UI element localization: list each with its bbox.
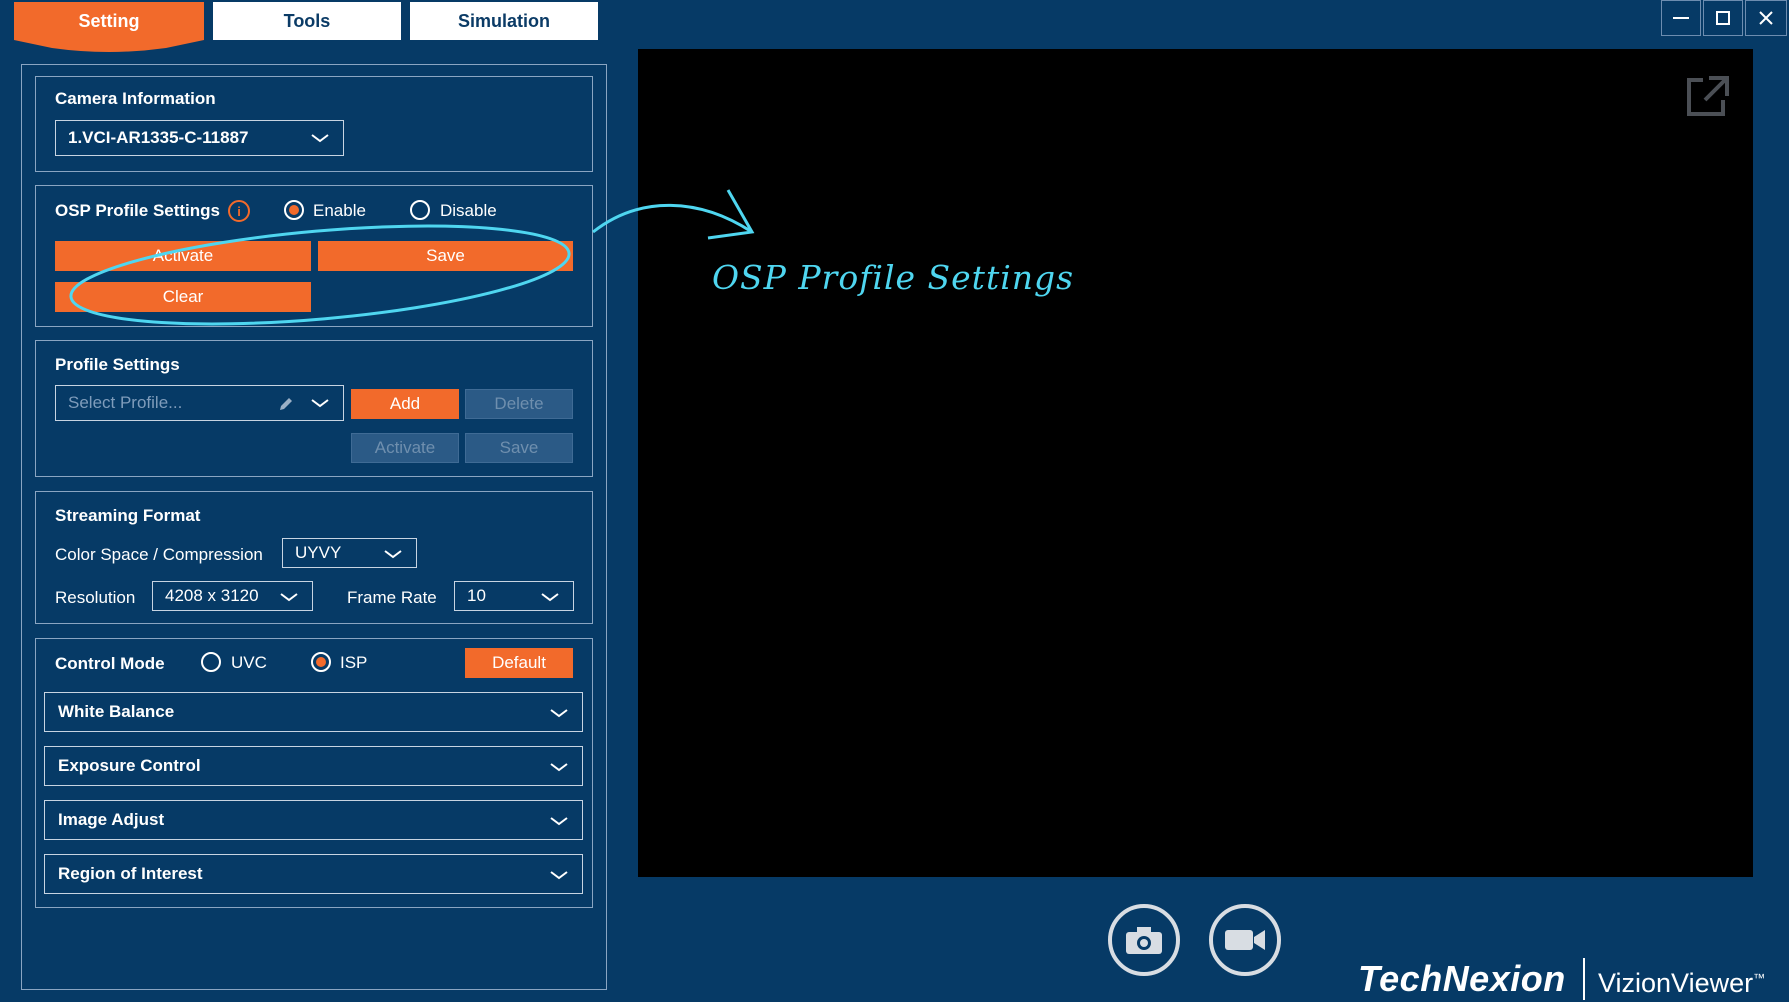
maximize-icon xyxy=(1716,11,1730,25)
white-balance-accordion[interactable]: White Balance xyxy=(44,692,583,732)
color-space-value: UYVY xyxy=(295,543,342,562)
pencil-icon[interactable] xyxy=(277,395,295,413)
color-space-select[interactable]: UYVY xyxy=(282,538,417,568)
chevron-down-icon xyxy=(541,593,559,602)
snapshot-button[interactable] xyxy=(1108,904,1180,976)
tab-setting[interactable]: Setting xyxy=(14,2,204,56)
uvc-radio[interactable] xyxy=(201,652,221,672)
tab-tools[interactable]: Tools xyxy=(213,2,401,40)
camera-preview xyxy=(638,49,1753,877)
resolution-label: Resolution xyxy=(55,588,136,607)
osp-save-button[interactable]: Save xyxy=(318,241,573,271)
chevron-down-icon xyxy=(550,763,568,772)
brand-product-name: VizionViewer xyxy=(1598,968,1754,998)
maximize-button[interactable] xyxy=(1703,0,1743,36)
profile-select[interactable]: Select Profile... xyxy=(55,385,344,421)
isp-radio[interactable] xyxy=(311,652,331,672)
camera-select[interactable]: 1.VCI-AR1335-C-11887 xyxy=(55,120,344,156)
accordion-label: Image Adjust xyxy=(58,810,165,829)
trademark: ™ xyxy=(1753,971,1766,985)
chevron-down-icon xyxy=(550,817,568,826)
resolution-value: 4208 x 3120 xyxy=(165,586,259,605)
region-of-interest-accordion[interactable]: Region of Interest xyxy=(44,854,583,894)
annotation-label: OSP Profile Settings xyxy=(712,258,1075,297)
frame-rate-label: Frame Rate xyxy=(347,588,437,607)
isp-label: ISP xyxy=(340,653,368,672)
chevron-down-icon xyxy=(550,871,568,880)
record-button[interactable] xyxy=(1209,904,1281,976)
exposure-control-accordion[interactable]: Exposure Control xyxy=(44,746,583,786)
accordion-label: Exposure Control xyxy=(58,756,201,775)
accordion-label: Region of Interest xyxy=(58,864,203,883)
osp-activate-button[interactable]: Activate xyxy=(55,241,311,271)
close-icon xyxy=(1759,11,1773,25)
minimize-icon xyxy=(1673,17,1689,19)
close-button[interactable] xyxy=(1745,0,1787,36)
minimize-button[interactable] xyxy=(1661,0,1701,36)
osp-enable-radio[interactable] xyxy=(284,200,304,220)
osp-disable-radio[interactable] xyxy=(410,200,430,220)
color-space-label: Color Space / Compression xyxy=(55,545,263,564)
image-adjust-accordion[interactable]: Image Adjust xyxy=(44,800,583,840)
control-mode-title: Control Mode xyxy=(55,654,165,673)
profile-add-button[interactable]: Add xyxy=(351,389,459,419)
profile-delete-button[interactable]: Delete xyxy=(465,389,573,419)
brand-product: VizionViewer™ xyxy=(1598,968,1765,999)
profile-save-button[interactable]: Save xyxy=(465,433,573,463)
default-button[interactable]: Default xyxy=(465,648,573,678)
brand-company: TechNexion xyxy=(1358,958,1566,999)
brand-divider xyxy=(1583,958,1585,1000)
profile-select-placeholder: Select Profile... xyxy=(68,393,183,412)
osp-profile-title: OSP Profile Settings xyxy=(55,201,221,220)
chevron-down-icon xyxy=(280,593,298,602)
info-icon[interactable]: i xyxy=(228,200,250,222)
accordion-label: White Balance xyxy=(58,702,175,721)
uvc-label: UVC xyxy=(231,653,267,672)
camera-information-title: Camera Information xyxy=(55,89,216,108)
chevron-down-icon xyxy=(384,550,402,559)
popout-icon[interactable] xyxy=(1683,74,1731,120)
tab-setting-label: Setting xyxy=(78,10,140,31)
camera-icon xyxy=(1126,927,1162,954)
chevron-down-icon xyxy=(311,399,329,408)
camera-select-value: 1.VCI-AR1335-C-11887 xyxy=(68,128,249,147)
osp-clear-button[interactable]: Clear xyxy=(55,282,311,312)
video-camera-icon xyxy=(1225,930,1265,950)
frame-rate-value: 10 xyxy=(467,586,486,605)
resolution-select[interactable]: 4208 x 3120 xyxy=(152,581,313,611)
osp-disable-label: Disable xyxy=(440,201,497,220)
osp-enable-label: Enable xyxy=(313,201,366,220)
profile-settings-title: Profile Settings xyxy=(55,355,180,374)
tab-simulation[interactable]: Simulation xyxy=(410,2,598,40)
chevron-down-icon xyxy=(550,709,568,718)
profile-activate-button[interactable]: Activate xyxy=(351,433,459,463)
streaming-format-title: Streaming Format xyxy=(55,506,201,525)
frame-rate-select[interactable]: 10 xyxy=(454,581,574,611)
chevron-down-icon xyxy=(311,134,329,143)
